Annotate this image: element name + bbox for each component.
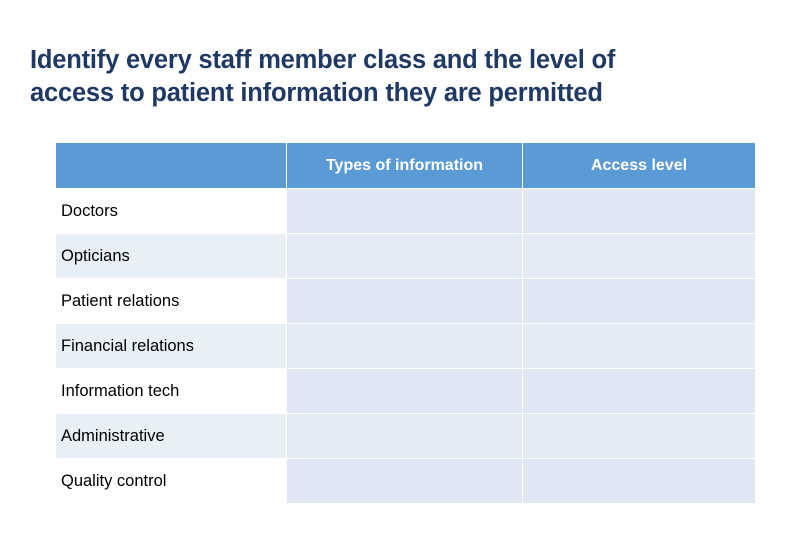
table-row: Quality control xyxy=(55,458,756,504)
table-header-cell-types-of-information: Types of information xyxy=(286,142,523,189)
row-label-administrative: Administrative xyxy=(55,413,287,459)
row-types-information-tech[interactable] xyxy=(286,368,523,414)
row-types-doctors[interactable] xyxy=(286,188,523,234)
table-row: Opticians xyxy=(55,233,756,279)
row-types-opticians[interactable] xyxy=(286,233,523,279)
table-row: Doctors xyxy=(55,188,756,234)
staff-access-table-wrapper: Types of information Access level Doctor… xyxy=(55,142,756,504)
table-header-cell-access-level: Access level xyxy=(522,142,756,189)
row-access-quality-control[interactable] xyxy=(522,458,756,504)
row-types-administrative[interactable] xyxy=(286,413,523,459)
table-row: Administrative xyxy=(55,413,756,459)
page-title-line-1: Identify every staff member class and th… xyxy=(30,46,616,74)
row-access-financial-relations[interactable] xyxy=(522,323,756,369)
page-title-line-2: access to patient information they are p… xyxy=(30,78,603,107)
row-label-financial-relations: Financial relations xyxy=(55,323,287,369)
row-types-financial-relations[interactable] xyxy=(286,323,523,369)
row-label-patient-relations: Patient relations xyxy=(55,278,287,324)
row-access-doctors[interactable] xyxy=(522,188,756,234)
row-types-quality-control[interactable] xyxy=(286,458,523,504)
row-label-quality-control: Quality control xyxy=(55,458,287,504)
row-label-doctors: Doctors xyxy=(55,188,287,234)
row-label-opticians: Opticians xyxy=(55,233,287,279)
table-header-cell-blank xyxy=(55,142,287,189)
table-body: Doctors Opticians Patient relations Fina… xyxy=(55,188,756,504)
row-types-patient-relations[interactable] xyxy=(286,278,523,324)
table-row: Financial relations xyxy=(55,323,756,369)
table-row: Patient relations xyxy=(55,278,756,324)
row-access-opticians[interactable] xyxy=(522,233,756,279)
staff-access-table: Types of information Access level Doctor… xyxy=(55,142,756,504)
row-access-information-tech[interactable] xyxy=(522,368,756,414)
table-header-row: Types of information Access level xyxy=(55,142,756,189)
table-header: Types of information Access level xyxy=(55,142,756,189)
page-title: Identify every staff member class and th… xyxy=(30,44,730,109)
table-row: Information tech xyxy=(55,368,756,414)
slide: Identify every staff member class and th… xyxy=(0,0,810,540)
row-access-administrative[interactable] xyxy=(522,413,756,459)
row-label-information-tech: Information tech xyxy=(55,368,287,414)
row-access-patient-relations[interactable] xyxy=(522,278,756,324)
